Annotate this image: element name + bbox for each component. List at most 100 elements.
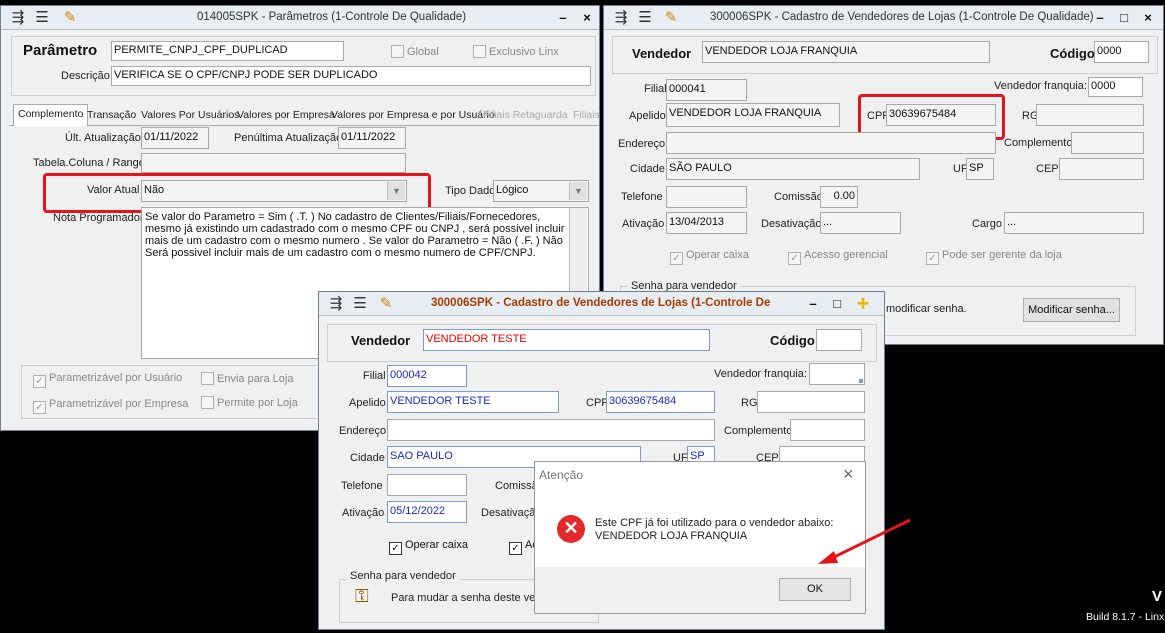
- close-icon[interactable]: ×: [577, 9, 597, 27]
- apelido-field[interactable]: VENDEDOR LOJA FRANQUIA: [666, 103, 840, 127]
- cpf-field[interactable]: 30639675484: [606, 391, 715, 413]
- vendedor-franquia-field[interactable]: [809, 363, 865, 385]
- endereco-field[interactable]: [666, 132, 996, 154]
- menu-icon[interactable]: ⇶: [612, 9, 630, 27]
- parametrizavel-empresa-checkbox[interactable]: ✓ Parametrizável por Empresa: [33, 398, 188, 414]
- menu-icon[interactable]: ⇶: [9, 9, 27, 27]
- rg-field[interactable]: [1036, 104, 1144, 126]
- endereco-label: Endereço: [618, 138, 666, 150]
- complemento-field[interactable]: [790, 419, 865, 441]
- envia-loja-checkbox[interactable]: Envia para Loja: [201, 372, 293, 385]
- cidade-field[interactable]: SÃO PAULO: [666, 158, 920, 180]
- complemento-label: Complemento: [724, 425, 793, 437]
- operar-caixa-checkbox[interactable]: ✓ Operar caixa: [389, 539, 468, 555]
- tipo-dado-select[interactable]: Lógico ▼: [493, 180, 589, 202]
- desativacao-label: Desativaçã: [481, 507, 536, 519]
- global-checkbox[interactable]: Global: [391, 45, 439, 58]
- vendedor-field[interactable]: VENDEDOR LOJA FRANQUIA: [702, 41, 990, 63]
- codigo-field[interactable]: [816, 329, 862, 351]
- key-user-icon: ⚿: [355, 586, 369, 606]
- comissao-label: Comissão: [774, 191, 823, 203]
- tab-filiais-retaguarda[interactable]: Filiais Retaguarda: [479, 106, 572, 126]
- cep-field[interactable]: [1059, 158, 1144, 180]
- cargo-label: Cargo: [972, 218, 1002, 230]
- traffic-light-icon[interactable]: ☰: [33, 9, 51, 27]
- parametro-label: Parâmetro: [23, 42, 98, 59]
- ok-button[interactable]: OK: [779, 578, 851, 601]
- menu-icon[interactable]: ⇶: [327, 295, 345, 313]
- vendedor-franquia-field[interactable]: 0000: [1088, 77, 1143, 97]
- rg-label: RG: [741, 397, 758, 409]
- tab-valores-empresa[interactable]: Valores por Empresa: [233, 106, 339, 126]
- dialog-message-line2: VENDEDOR LOJA FRANQUIA: [595, 530, 748, 542]
- ativacao-field[interactable]: 13/04/2013: [666, 212, 747, 234]
- telefone-field[interactable]: [666, 186, 747, 208]
- telefone-field[interactable]: [387, 474, 467, 496]
- acesso-gerencial-checkbox[interactable]: ✓ Acesso gerencial: [788, 249, 888, 265]
- operar-caixa-checkbox[interactable]: ✓ Operar caixa: [670, 249, 749, 265]
- parametro-field[interactable]: PERMITE_CNPJ_CPF_DUPLICAD: [111, 41, 344, 61]
- add-icon[interactable]: +: [853, 293, 873, 315]
- telefone-label: Telefone: [341, 480, 383, 492]
- wrench-icon[interactable]: ✎: [377, 295, 395, 313]
- tab-valores-usuarios[interactable]: Valores Por Usuários: [137, 106, 243, 126]
- uf-field[interactable]: SP: [966, 158, 994, 180]
- filial-field[interactable]: 000041: [666, 79, 747, 101]
- modificar-senha-button[interactable]: Modificar senha...: [1023, 298, 1120, 322]
- error-icon: ✕: [557, 515, 585, 543]
- minimize-icon[interactable]: –: [803, 295, 823, 313]
- cargo-field[interactable]: ...: [1004, 212, 1144, 234]
- close-icon[interactable]: ×: [1138, 9, 1158, 27]
- tabela-coluna-label: Tabela.Coluna / Range: [33, 157, 145, 169]
- comissao-field[interactable]: 0.00: [820, 186, 858, 208]
- tab-valores-empresa-usuario[interactable]: Valores por Empresa e por Usuário: [327, 106, 499, 126]
- cidade-label: Cidade: [630, 163, 665, 175]
- traffic-light-icon[interactable]: ☰: [636, 9, 654, 27]
- chevron-down-icon[interactable]: ▼: [569, 182, 587, 200]
- minimize-icon[interactable]: –: [553, 9, 573, 27]
- exclusivo-linx-checkbox[interactable]: Exclusivo Linx: [473, 45, 559, 58]
- minimize-icon[interactable]: –: [1090, 9, 1110, 27]
- status-letter: V: [1152, 588, 1163, 605]
- telefone-label: Telefone: [621, 191, 663, 203]
- penultima-label: Penúltima Atualização: [234, 132, 343, 144]
- cep-label: CEP: [1036, 163, 1059, 175]
- apelido-label: Apelido: [349, 397, 386, 409]
- rg-field[interactable]: [757, 391, 865, 413]
- filial-label: Filial: [644, 83, 667, 95]
- filial-field[interactable]: 000042: [387, 365, 467, 387]
- parametrizavel-usuario-checkbox[interactable]: ✓ Parametrizável por Usuário: [33, 372, 182, 388]
- gerente-loja-checkbox[interactable]: ✓ Pode ser gerente da loja: [926, 249, 1062, 265]
- vendedor-field[interactable]: VENDEDOR TESTE: [423, 329, 710, 351]
- ativacao-label: Ativação: [342, 507, 385, 519]
- desativacao-field[interactable]: ...: [820, 212, 901, 234]
- endereco-field[interactable]: [387, 419, 715, 441]
- codigo-label: Código: [1050, 46, 1095, 61]
- window-title: 300006SPK - Cadastro de Vendedores de Lo…: [431, 297, 773, 309]
- tab-complemento[interactable]: Complemento: [13, 104, 89, 126]
- complemento-field[interactable]: [1071, 132, 1144, 154]
- cidade-label: Cidade: [350, 452, 385, 464]
- maximize-icon[interactable]: □: [827, 295, 847, 313]
- lookup-icon: [859, 379, 863, 383]
- wrench-icon[interactable]: ✎: [61, 9, 79, 27]
- dialog-footer: OK: [535, 567, 865, 613]
- complemento-label: Complemento: [1004, 137, 1073, 149]
- ativacao-field[interactable]: 05/12/2022: [387, 501, 467, 523]
- penultima-field: 01/11/2022: [338, 127, 406, 149]
- traffic-light-icon[interactable]: ☰: [351, 295, 369, 313]
- apelido-field[interactable]: VENDEDOR TESTE: [387, 391, 559, 413]
- tab-filiais[interactable]: Filiais: [569, 106, 599, 126]
- tab-transacao[interactable]: Transação: [83, 106, 140, 126]
- tabela-coluna-field[interactable]: [141, 153, 406, 173]
- dialog-message-line1: Este CPF já foi utilizado para o vendedo…: [595, 517, 834, 529]
- title-bar: ⇶ ☰ ✎ 014005SPK - Parâmetros (1-Controle…: [1, 6, 599, 30]
- wrench-icon[interactable]: ✎: [662, 9, 680, 27]
- codigo-field[interactable]: 0000: [1094, 41, 1149, 63]
- permite-loja-checkbox[interactable]: Permite por Loja: [201, 396, 298, 409]
- ult-atualizacao-field: 01/11/2022: [141, 127, 209, 149]
- descricao-field[interactable]: VERIFICA SE O CPF/CNPJ PODE SER DUPLICAD…: [111, 66, 591, 86]
- maximize-icon[interactable]: □: [1114, 9, 1134, 27]
- close-icon[interactable]: ×: [843, 464, 854, 485]
- window-title: 300006SPK - Cadastro de Vendedores de Lo…: [710, 11, 1094, 23]
